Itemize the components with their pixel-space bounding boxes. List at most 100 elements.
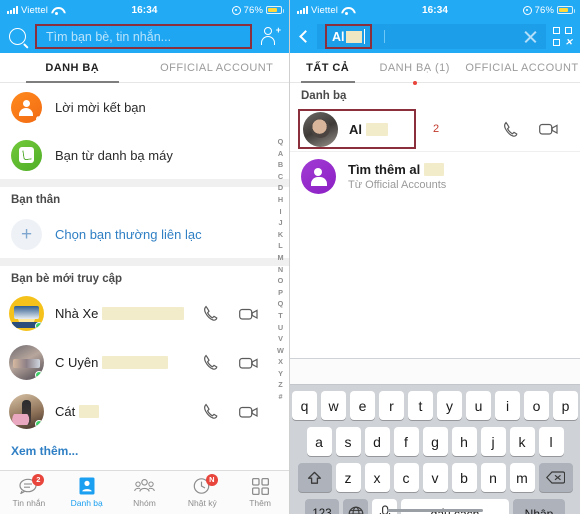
alpha-index-item[interactable]: V <box>278 333 283 345</box>
search-result-row[interactable]: Al 2 <box>290 107 580 151</box>
alpha-index-item[interactable]: K <box>278 229 283 241</box>
alpha-index-item[interactable]: X <box>278 356 283 368</box>
alpha-index-item[interactable]: I <box>279 206 281 218</box>
alpha-index-item[interactable]: N <box>278 264 283 276</box>
add-friend-icon[interactable]: + <box>261 26 281 46</box>
nav-item-groups[interactable]: Nhóm <box>116 471 174 514</box>
carrier-label: Viettel <box>21 4 48 16</box>
redaction-block <box>424 163 445 176</box>
video-camera-icon[interactable] <box>239 405 258 419</box>
key-y[interactable]: y <box>437 391 462 420</box>
key-g[interactable]: g <box>422 427 448 456</box>
key-h[interactable]: h <box>451 427 477 456</box>
alpha-index-item[interactable]: M <box>277 252 283 264</box>
alpha-index-item[interactable]: J <box>278 217 282 229</box>
alpha-index-item[interactable]: Q <box>278 136 284 148</box>
tab-official-account[interactable]: OFFICIAL ACCOUNT <box>464 53 580 82</box>
key-e[interactable]: e <box>350 391 375 420</box>
alpha-index-item[interactable]: T <box>278 310 282 322</box>
alpha-index-item[interactable]: Z <box>278 379 282 391</box>
alpha-index-item[interactable]: Y <box>278 368 283 380</box>
tab-danh-ba[interactable]: DANH BẠ (1) <box>365 53 464 82</box>
alpha-index-item[interactable]: B <box>278 159 283 171</box>
key-a[interactable]: a <box>306 427 332 456</box>
key-m[interactable]: m <box>509 463 535 492</box>
key-c[interactable]: c <box>393 463 419 492</box>
alpha-index-item[interactable]: C <box>278 171 283 183</box>
key-r[interactable]: r <box>379 391 404 420</box>
key-q[interactable]: q <box>292 391 317 420</box>
key-z[interactable]: z <box>335 463 361 492</box>
key-n[interactable]: n <box>480 463 506 492</box>
globe-icon[interactable] <box>343 499 368 514</box>
see-more-link[interactable]: Xem thêm... <box>0 436 289 465</box>
wifi-icon <box>341 6 352 15</box>
alpha-index-item[interactable]: D <box>278 182 283 194</box>
alpha-index-item[interactable]: L <box>278 240 282 252</box>
alpha-index-item[interactable]: P <box>278 287 283 299</box>
search-input[interactable]: Tìm bạn bè, tin nhắn... <box>35 24 252 49</box>
alpha-index-item[interactable]: A <box>278 148 283 160</box>
key-s[interactable]: s <box>335 427 361 456</box>
clear-x-icon[interactable] <box>523 29 538 44</box>
nav-item-messages[interactable]: 2 Tin nhắn <box>0 471 58 514</box>
contacts-icon <box>76 477 97 495</box>
phone-icon[interactable] <box>503 121 518 138</box>
tab-official-account[interactable]: OFFICIAL ACCOUNT <box>145 53 290 82</box>
enter-key[interactable]: Nhập <box>513 499 565 514</box>
alpha-index-item[interactable]: U <box>278 322 283 334</box>
back-chevron-icon[interactable] <box>299 30 312 43</box>
phone-icon[interactable] <box>203 403 218 420</box>
video-camera-icon[interactable] <box>239 356 258 370</box>
key-l[interactable]: l <box>538 427 564 456</box>
key-i[interactable]: i <box>495 391 520 420</box>
contact-row[interactable]: Nhà Xe <box>0 289 289 338</box>
list-item-add-close-friend[interactable]: + Chọn bạn thường liên lạc <box>0 210 289 258</box>
tab-danh-ba[interactable]: DANH BẠ <box>0 53 145 83</box>
video-camera-icon[interactable] <box>539 122 558 136</box>
section-divider <box>0 258 289 266</box>
nav-item-timeline[interactable]: N Nhật ký <box>173 471 231 514</box>
key-x[interactable]: x <box>364 463 390 492</box>
key-t[interactable]: t <box>408 391 433 420</box>
shift-icon[interactable] <box>297 463 332 492</box>
numeric-key[interactable]: 123 <box>305 499 339 514</box>
contact-row[interactable]: C Uyên <box>0 338 289 387</box>
backspace-icon[interactable] <box>538 463 573 492</box>
key-v[interactable]: v <box>422 463 448 492</box>
list-item-friend-requests[interactable]: ! Lời mời kết bạn <box>0 83 289 131</box>
signal-bars-icon <box>297 6 308 14</box>
alpha-index-item[interactable]: # <box>278 391 282 403</box>
key-d[interactable]: d <box>364 427 390 456</box>
key-o[interactable]: o <box>524 391 549 420</box>
key-f[interactable]: f <box>393 427 419 456</box>
key-j[interactable]: j <box>480 427 506 456</box>
search-icon[interactable] <box>9 28 26 45</box>
tab-tat-ca[interactable]: TẤT CẢ <box>290 53 365 83</box>
official-account-row[interactable]: Tìm thêm al Từ Official Accounts <box>290 151 580 201</box>
badge-count: 2 <box>32 474 45 486</box>
alpha-index-item[interactable]: H <box>278 194 283 206</box>
alphabet-index[interactable]: Q A B C D H I J K L M N O P Q T U V W X … <box>274 136 287 403</box>
alpha-index-item[interactable]: O <box>278 275 284 287</box>
key-k[interactable]: k <box>509 427 535 456</box>
phone-icon[interactable] <box>203 305 218 322</box>
bottom-navigation: 2 Tin nhắn Danh bạ Nhóm N Nhật ký Thêm <box>0 470 289 514</box>
phone-icon[interactable] <box>203 354 218 371</box>
section-divider <box>0 179 289 187</box>
nav-item-more[interactable]: Thêm <box>231 471 289 514</box>
list-item-phonebook[interactable]: Bạn từ danh bạ máy <box>0 131 289 179</box>
oa-title-text: Tìm thêm al <box>348 162 421 177</box>
key-b[interactable]: b <box>451 463 477 492</box>
search-input[interactable]: Al <box>317 24 546 49</box>
key-w[interactable]: w <box>321 391 346 420</box>
key-p[interactable]: p <box>553 391 578 420</box>
alpha-index-item[interactable]: Q <box>278 298 284 310</box>
nav-item-contacts[interactable]: Danh bạ <box>58 471 116 514</box>
contact-row[interactable]: Cát <box>0 387 289 436</box>
alpha-index-item[interactable]: W <box>277 345 284 357</box>
qr-scan-icon[interactable]: ✕ <box>553 27 573 47</box>
video-camera-icon[interactable] <box>239 307 258 321</box>
keyboard-suggestion-bar[interactable] <box>290 359 580 385</box>
key-u[interactable]: u <box>466 391 491 420</box>
